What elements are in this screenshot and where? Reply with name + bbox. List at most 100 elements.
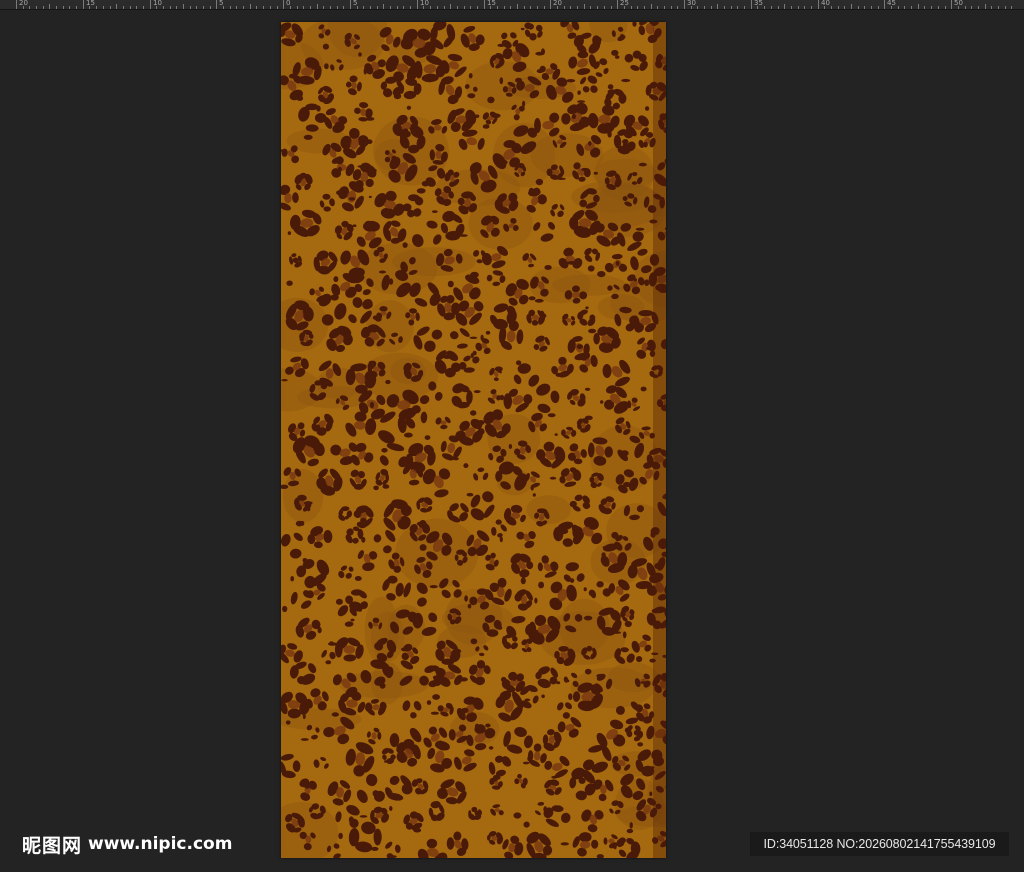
leopard-dot xyxy=(352,472,357,475)
leopard-dot xyxy=(556,177,566,180)
ruler-minor-tick xyxy=(29,6,30,9)
leopard-dot xyxy=(551,775,558,779)
pattern-edge-shade xyxy=(653,22,666,858)
leopard-dot xyxy=(361,536,366,543)
ruler-minor-tick xyxy=(317,4,318,9)
leopard-dot xyxy=(536,69,544,74)
photoshop-workspace: 20 15 10 5 0 5 10 15 20 25 30 35 40 45 50 昵图网 www.nipi… xyxy=(0,0,1024,872)
leopard-dot xyxy=(430,711,439,715)
leopard-dot xyxy=(596,673,605,678)
leopard-dot xyxy=(432,675,438,680)
ruler-minor-tick xyxy=(858,6,859,9)
ruler-minor-tick xyxy=(851,4,852,9)
leopard-dot xyxy=(644,279,650,287)
ruler-minor-tick xyxy=(991,6,992,9)
ruler-minor-tick xyxy=(798,6,799,9)
leopard-dot xyxy=(527,755,533,762)
ruler-minor-tick xyxy=(457,6,458,9)
ruler-label: 5 xyxy=(353,0,358,7)
ruler-label: 15 xyxy=(487,0,496,7)
leopard-dot xyxy=(368,195,372,199)
ruler-minor-tick xyxy=(170,6,171,9)
leopard-dot xyxy=(357,606,363,612)
ruler-minor-tick xyxy=(43,6,44,9)
leopard-dot xyxy=(335,598,343,605)
ruler-major-tick xyxy=(283,0,284,9)
leopard-dot xyxy=(633,278,637,282)
leopard-dot xyxy=(286,280,293,286)
ruler-minor-tick xyxy=(918,4,919,9)
ruler-minor-tick xyxy=(530,6,531,9)
ruler-minor-tick xyxy=(864,6,865,9)
leopard-dot xyxy=(431,803,438,809)
leopard-dot xyxy=(330,294,339,301)
ruler-minor-tick xyxy=(831,6,832,9)
ruler-minor-tick xyxy=(871,6,872,9)
logo-cjk-text: 昵图网 xyxy=(22,834,83,857)
leopard-dot xyxy=(372,790,379,797)
leopard-dot xyxy=(447,280,454,288)
ruler-minor-tick xyxy=(69,6,70,9)
leopard-dot xyxy=(528,296,536,301)
ruler-minor-tick xyxy=(497,6,498,9)
leopard-dot xyxy=(588,589,595,597)
leopard-dot xyxy=(334,121,342,129)
leopard-dot xyxy=(538,581,545,589)
leopard-dot xyxy=(445,370,451,374)
ruler-minor-tick xyxy=(256,6,257,9)
ruler-minor-tick xyxy=(450,4,451,9)
leopard-dot xyxy=(419,544,427,551)
leopard-dot xyxy=(367,302,373,308)
leopard-dot xyxy=(474,723,480,730)
leopard-dot xyxy=(307,506,311,512)
leopard-dot xyxy=(389,278,394,285)
leopard-dot xyxy=(577,100,586,103)
ruler-minor-tick xyxy=(704,6,705,9)
ruler-minor-tick xyxy=(784,4,785,9)
leopard-dot xyxy=(535,51,544,56)
leopard-dot xyxy=(463,463,469,469)
canvas-area[interactable] xyxy=(0,10,1024,872)
document-canvas[interactable] xyxy=(281,22,666,858)
ruler-minor-tick xyxy=(96,6,97,9)
ruler-minor-tick xyxy=(277,6,278,9)
ruler-minor-tick xyxy=(230,6,231,9)
ruler-minor-tick xyxy=(510,6,511,9)
ruler-minor-tick xyxy=(310,6,311,9)
leopard-dot xyxy=(382,417,387,423)
leopard-dot xyxy=(597,271,606,278)
ruler-major-tick xyxy=(216,0,217,9)
ruler-major-tick xyxy=(150,0,151,9)
ruler-minor-tick xyxy=(838,6,839,9)
leopard-dot xyxy=(350,618,355,622)
leopard-dot xyxy=(638,162,647,167)
leopard-dot xyxy=(404,432,413,438)
ruler-minor-tick xyxy=(270,6,271,9)
ruler-minor-tick xyxy=(143,6,144,9)
ruler-minor-tick xyxy=(130,6,131,9)
leopard-dot xyxy=(549,476,557,480)
leopard-dot xyxy=(535,178,544,186)
ruler-minor-tick xyxy=(597,6,598,9)
leopard-dot xyxy=(620,450,629,457)
leopard-dot xyxy=(333,276,339,283)
ruler-minor-tick xyxy=(564,6,565,9)
leopard-dot xyxy=(470,638,478,645)
leopard-dot xyxy=(426,700,432,705)
leopard-dot xyxy=(494,366,503,372)
image-id-label: ID:34051128 NO:20260802141755439109 xyxy=(750,832,1009,856)
leopard-dot xyxy=(372,168,377,173)
ruler-major-tick xyxy=(617,0,618,9)
leopard-dot xyxy=(352,224,357,227)
leopard-dot xyxy=(372,315,382,321)
leopard-dot xyxy=(614,55,620,59)
leopard-dot xyxy=(584,415,593,421)
leopard-dot xyxy=(643,141,648,148)
leopard-dot xyxy=(568,693,573,701)
leopard-dot xyxy=(468,73,473,79)
ruler-minor-tick xyxy=(390,6,391,9)
leopard-dot xyxy=(303,134,313,140)
horizontal-ruler[interactable]: 20 15 10 5 0 5 10 15 20 25 30 35 40 45 50 xyxy=(0,0,1024,10)
leopard-dot xyxy=(381,448,388,453)
ruler-minor-tick xyxy=(1005,6,1006,9)
